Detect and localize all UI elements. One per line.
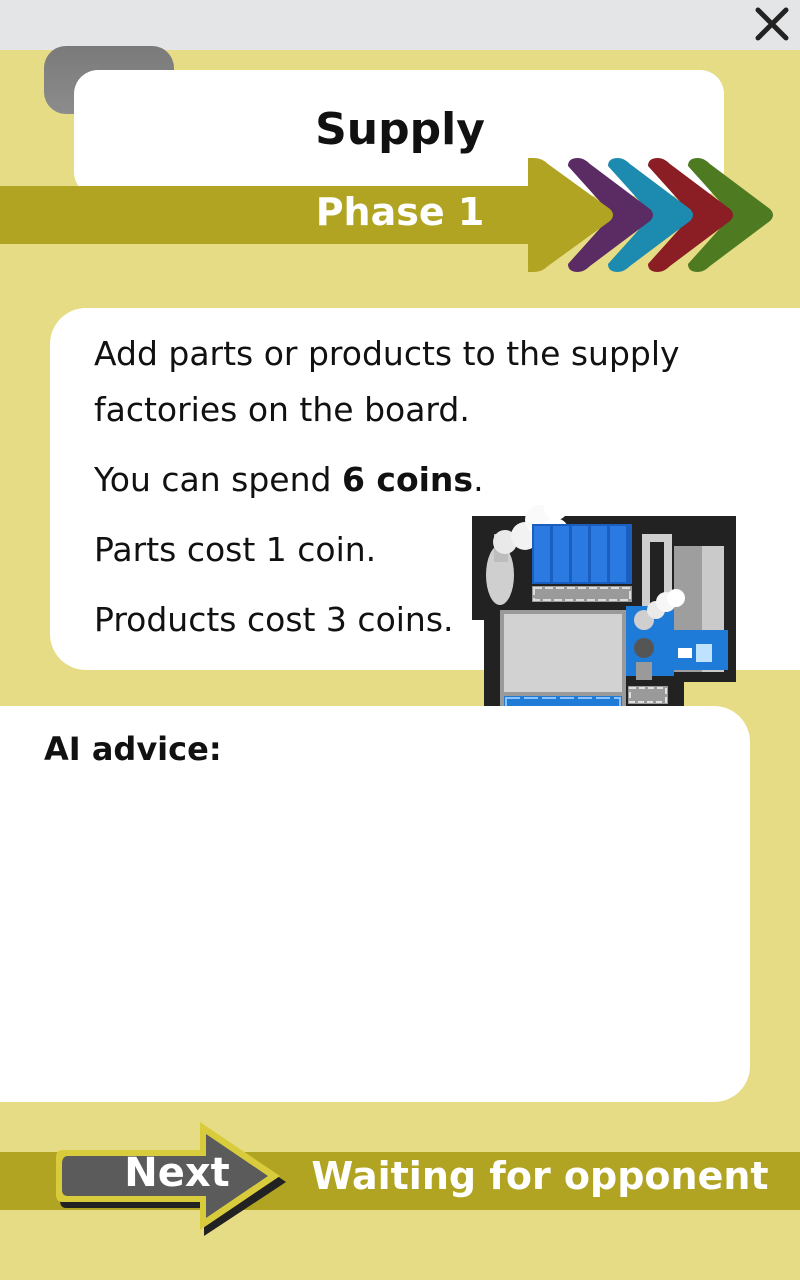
factory-icon [472, 496, 736, 730]
ai-advice-label: AI advice: [44, 730, 222, 768]
phase-label: Phase 1 [315, 190, 485, 234]
instruction-line-1: Add parts or products to the supply fact… [94, 334, 680, 429]
phase-chevrons [528, 158, 773, 272]
next-button-label: Next [124, 1150, 230, 1196]
spend-prefix: You can spend [94, 460, 342, 499]
spend-amount: 6 coins [341, 460, 474, 499]
waiting-status: Waiting for opponent [311, 1154, 769, 1198]
